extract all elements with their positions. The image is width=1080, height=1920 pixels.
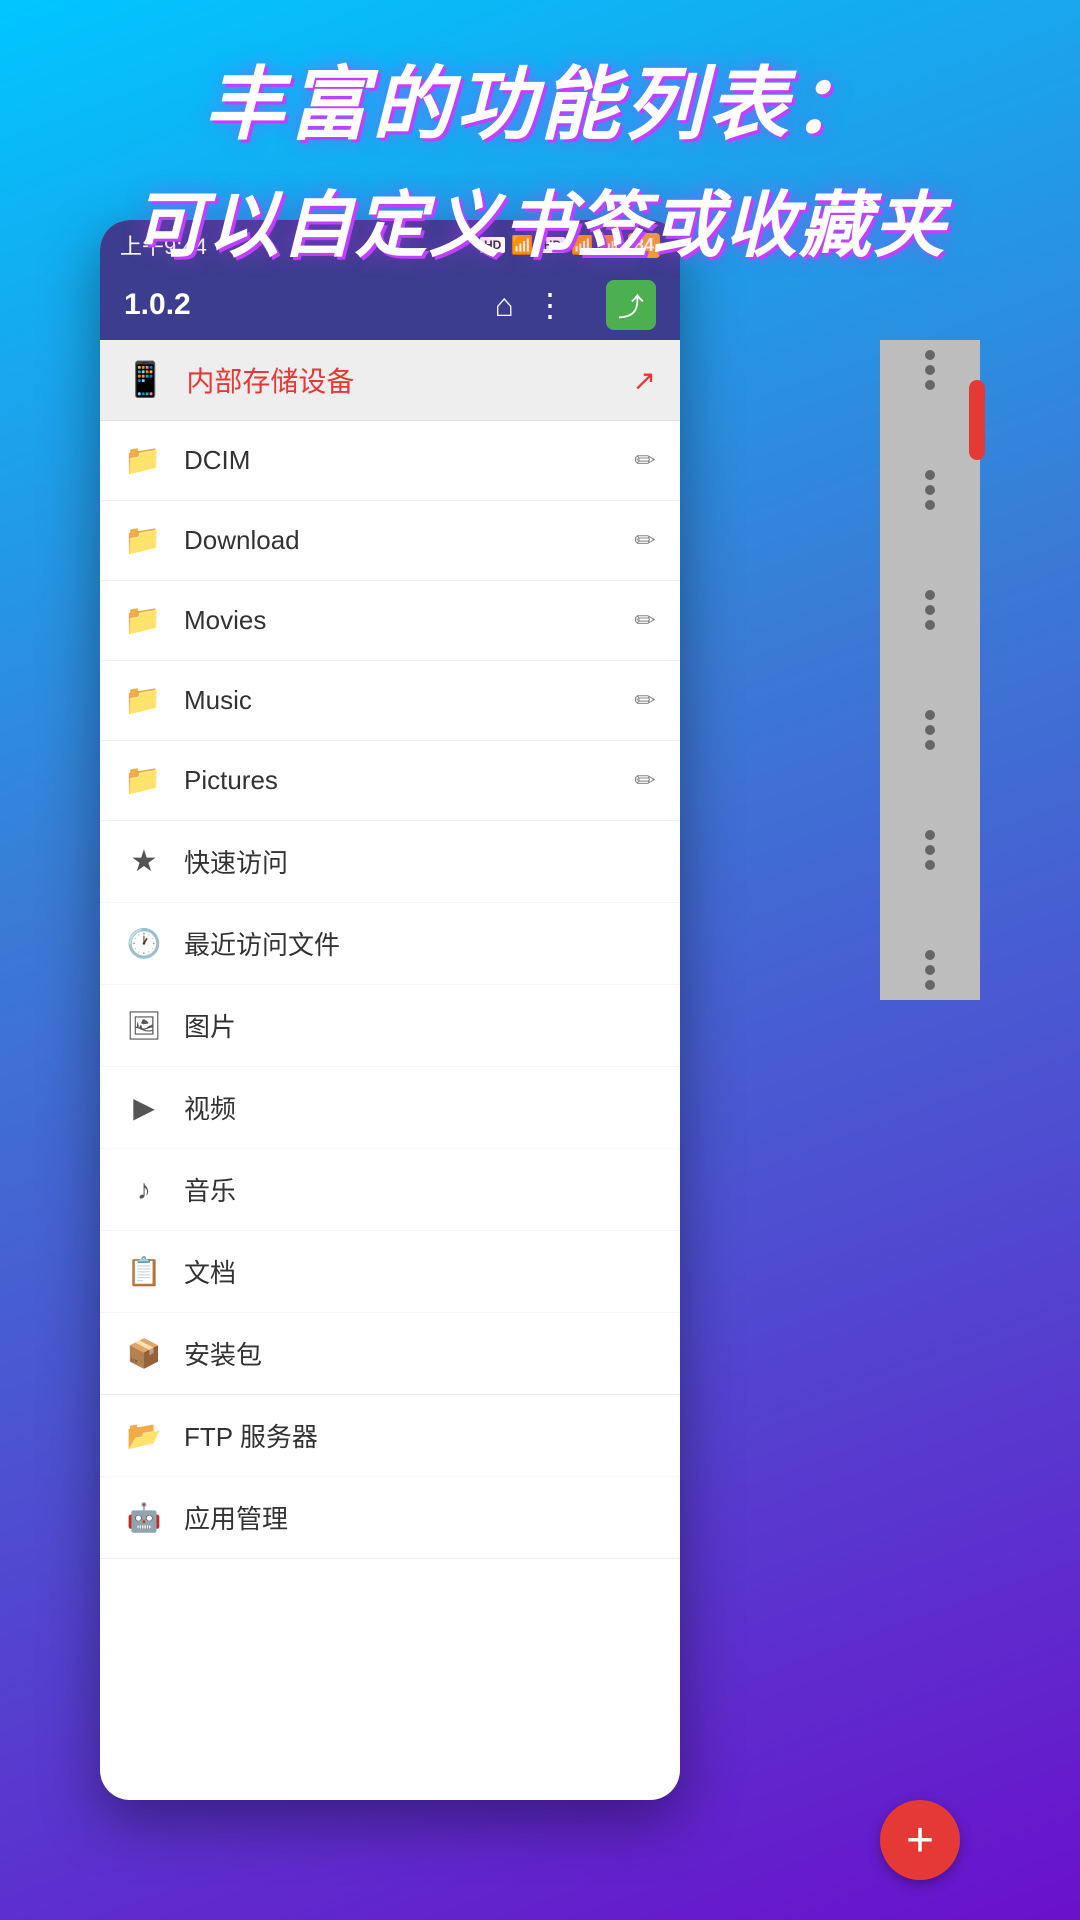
- dots-1: [925, 350, 935, 390]
- app-titlebar: 1.0.2 ⌂ ⋮ ⤴: [100, 270, 680, 340]
- share-button[interactable]: ⤴: [606, 280, 656, 330]
- ftp-icon: 📂: [124, 1419, 164, 1452]
- share-icon: ⤴: [618, 287, 644, 324]
- menu-label-music-cat: 音乐: [184, 1171, 236, 1208]
- dot: [925, 860, 935, 870]
- edit-icon-music[interactable]: ✏: [634, 685, 656, 716]
- doc-icon: 📋: [124, 1255, 164, 1288]
- folder-item-dcim[interactable]: 📁 DCIM ✏: [100, 421, 680, 501]
- storage-label: 内部存储设备: [186, 360, 632, 400]
- dot: [925, 605, 935, 615]
- star-icon: ★: [124, 844, 164, 879]
- folder-icon-music: 📁: [124, 683, 164, 718]
- image-icon: 🖼: [124, 1009, 164, 1042]
- dot: [925, 500, 935, 510]
- fab-plus-icon: +: [906, 1813, 934, 1868]
- dot: [925, 725, 935, 735]
- right-scrollbar: [880, 340, 980, 1000]
- dots-6: [925, 950, 935, 990]
- dot: [925, 830, 935, 840]
- scroll-handle[interactable]: [969, 380, 985, 460]
- menu-label-ftp: FTP 服务器: [184, 1417, 318, 1454]
- dot: [925, 590, 935, 600]
- fab-button[interactable]: +: [880, 1800, 960, 1880]
- menu-item-apk[interactable]: 📦 安装包: [100, 1313, 680, 1394]
- dot: [925, 620, 935, 630]
- edit-icon-dcim[interactable]: ✏: [634, 445, 656, 476]
- menu-label-appmanager: 应用管理: [184, 1499, 288, 1536]
- dot: [925, 845, 935, 855]
- bottom-menu-section: 📂 FTP 服务器 🤖 应用管理: [100, 1395, 680, 1559]
- android-icon: 🤖: [124, 1501, 164, 1534]
- dot: [925, 470, 935, 480]
- home-icon[interactable]: ⌂: [495, 287, 514, 324]
- folder-icon-movies: 📁: [124, 603, 164, 638]
- folder-icon-pictures: 📁: [124, 763, 164, 798]
- music-icon: ♪: [124, 1174, 164, 1206]
- folder-name-movies: Movies: [184, 605, 634, 636]
- menu-item-music-cat[interactable]: ♪ 音乐: [100, 1149, 680, 1231]
- folder-icon-download: 📁: [124, 523, 164, 558]
- menu-label-docs: 文档: [184, 1253, 236, 1290]
- menu-item-ftp[interactable]: 📂 FTP 服务器: [100, 1395, 680, 1477]
- folder-name-dcim: DCIM: [184, 445, 634, 476]
- quick-menu-section: ★ 快速访问 🕐 最近访问文件 🖼 图片 ▶ 视频: [100, 821, 680, 1395]
- folder-name-pictures: Pictures: [184, 765, 634, 796]
- background: 丰富的功能列表： 可以自定义书签或收藏夹 上午9:44 HD 📶 HD 📶 📶 …: [0, 0, 1080, 1920]
- menu-item-appmanager[interactable]: 🤖 应用管理: [100, 1477, 680, 1558]
- app-version: 1.0.2: [124, 288, 191, 322]
- menu-label-images: 图片: [184, 1007, 236, 1044]
- dots-2: [925, 470, 935, 510]
- clock-icon: 🕐: [124, 927, 164, 960]
- dot: [925, 350, 935, 360]
- dot: [925, 950, 935, 960]
- dot: [925, 740, 935, 750]
- edit-icon-movies[interactable]: ✏: [634, 605, 656, 636]
- folder-item-pictures[interactable]: 📁 Pictures ✏: [100, 741, 680, 820]
- dots-3: [925, 590, 935, 630]
- apk-icon: 📦: [124, 1337, 164, 1370]
- menu-item-quick[interactable]: ★ 快速访问: [100, 821, 680, 903]
- title-line1: 丰富的功能列表：: [0, 40, 1080, 156]
- edit-icon-pictures[interactable]: ✏: [634, 765, 656, 796]
- storage-header[interactable]: 📱 内部存储设备 ↗: [100, 340, 680, 421]
- phone-frame: 上午9:44 HD 📶 HD 📶 📶 84 1.0.2 ⌂ ⋮ ⤴: [100, 220, 680, 1800]
- folder-icon-dcim: 📁: [124, 443, 164, 478]
- edit-icon-download[interactable]: ✏: [634, 525, 656, 556]
- dots-4: [925, 710, 935, 750]
- folder-name-music: Music: [184, 685, 634, 716]
- menu-item-images[interactable]: 🖼 图片: [100, 985, 680, 1067]
- drawer: 📱 内部存储设备 ↗ 📁 DCIM ✏ 📁 Download ✏: [100, 340, 680, 1559]
- title-line2: 可以自定义书签或收藏夹: [0, 166, 1080, 271]
- storage-trend-icon: ↗: [633, 364, 656, 397]
- dots-5: [925, 830, 935, 870]
- folder-name-download: Download: [184, 525, 634, 556]
- dot: [925, 710, 935, 720]
- menu-label-video: 视频: [184, 1089, 236, 1126]
- menu-item-docs[interactable]: 📋 文档: [100, 1231, 680, 1313]
- dot: [925, 965, 935, 975]
- menu-label-recent: 最近访问文件: [184, 925, 340, 962]
- more-icon[interactable]: ⋮: [534, 286, 566, 324]
- menu-label-quick: 快速访问: [184, 843, 288, 880]
- menu-item-video[interactable]: ▶ 视频: [100, 1067, 680, 1149]
- folder-item-movies[interactable]: 📁 Movies ✏: [100, 581, 680, 661]
- menu-item-recent[interactable]: 🕐 最近访问文件: [100, 903, 680, 985]
- dot: [925, 485, 935, 495]
- folder-item-download[interactable]: 📁 Download ✏: [100, 501, 680, 581]
- dot: [925, 980, 935, 990]
- top-text-container: 丰富的功能列表： 可以自定义书签或收藏夹: [0, 40, 1080, 271]
- dot: [925, 380, 935, 390]
- menu-label-apk: 安装包: [184, 1335, 262, 1372]
- folder-item-music[interactable]: 📁 Music ✏: [100, 661, 680, 741]
- folder-section: 📁 DCIM ✏ 📁 Download ✏ 📁 Movies ✏: [100, 421, 680, 821]
- storage-phone-icon: 📱: [124, 360, 166, 400]
- dot: [925, 365, 935, 375]
- video-icon: ▶: [124, 1091, 164, 1124]
